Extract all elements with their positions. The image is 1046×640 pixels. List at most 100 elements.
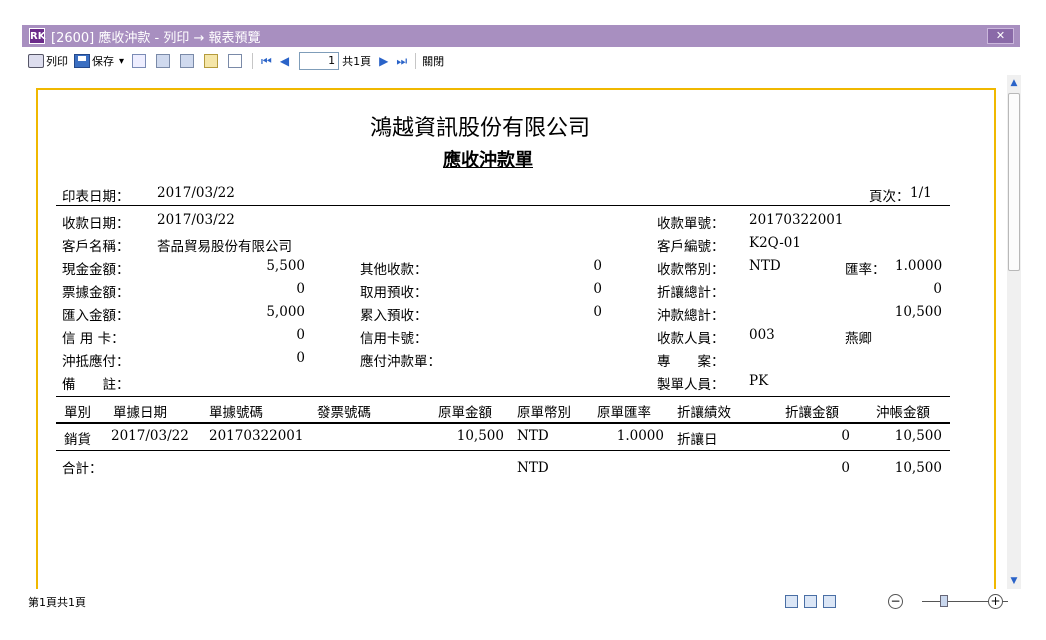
currency-label: 收款幣別： (657, 262, 725, 278)
other-value: 0 (593, 258, 602, 274)
divider-line (56, 450, 950, 451)
zoom-search-icon[interactable] (180, 54, 195, 68)
toolbar-separator (415, 53, 417, 69)
column-header: 發票號碼 (317, 405, 371, 421)
customer-name: 荅品貿易股份有限公司 (157, 239, 292, 255)
table-row-currency: NTD (517, 428, 549, 444)
first-page-icon[interactable]: ⏮ (261, 54, 272, 69)
payable-label: 沖抵應付： (62, 354, 130, 370)
table-row-doc-no: 20170322001 (209, 428, 304, 444)
total-offset: 10,500 (894, 460, 942, 476)
find-icon[interactable] (156, 54, 171, 68)
app-logo-icon: RK (29, 28, 45, 44)
company-name: 鴻越資訊股份有限公司 (370, 116, 591, 141)
card-label: 信 用 卡： (62, 331, 125, 347)
card-value: 0 (296, 327, 305, 343)
two-page-view-icon[interactable] (804, 595, 817, 608)
multi-page-view-icon[interactable] (823, 595, 836, 608)
column-header: 原單幣別 (517, 405, 571, 421)
divider-line (56, 396, 950, 397)
prepay-used-label: 取用預收： (360, 285, 428, 301)
payable-value: 0 (296, 350, 305, 366)
total-discount: 0 (841, 460, 850, 476)
customer-no: K2Q-01 (749, 235, 801, 251)
save-label: 保存 (92, 55, 114, 68)
total-currency: NTD (517, 460, 549, 476)
table-row-date: 2017/03/22 (111, 428, 189, 444)
table-row-amount: 10,500 (456, 428, 504, 444)
column-header: 折讓金額 (785, 405, 839, 421)
offset-total-value: 10,500 (894, 304, 942, 320)
title-bar: RK [2600] 應收沖款 - 列印 → 報表預覽 ✕ (22, 25, 1020, 47)
page-number-input[interactable]: 1 (299, 52, 340, 70)
table-row-type: 銷貨 (64, 432, 91, 448)
scroll-down-icon[interactable]: ▼ (1007, 575, 1021, 587)
receipt-date: 2017/03/22 (157, 212, 235, 228)
receipt-no: 20170322001 (749, 212, 844, 228)
toolbar-separator (252, 53, 254, 69)
payable-no-label: 應付沖款單： (360, 354, 441, 370)
edit-icon[interactable] (204, 54, 219, 68)
page-total: 共1頁 (342, 55, 372, 68)
other-label: 其他收款： (360, 262, 428, 278)
customer-label: 客戶名稱： (62, 239, 130, 255)
prepay-in-value: 0 (593, 304, 602, 320)
zoom-slider-thumb[interactable] (940, 595, 948, 607)
table-row-perf: 折讓日 (677, 432, 718, 448)
total-label: 合計： (62, 461, 103, 477)
close-window-button[interactable]: ✕ (987, 28, 1014, 44)
remit-label: 匯入金額： (62, 308, 130, 324)
scrollbar-thumb[interactable] (1008, 93, 1020, 271)
column-header: 單據日期 (113, 405, 167, 421)
status-page-info: 第1頁共1頁 (28, 596, 86, 609)
project-label: 專 案： (657, 354, 725, 370)
column-header: 原單金額 (438, 405, 492, 421)
print-button[interactable]: 列印 (28, 51, 68, 71)
table-row-offset: 10,500 (894, 428, 942, 444)
floppy-disk-icon (74, 54, 90, 68)
status-bar: 第1頁共1頁 − + (22, 589, 1020, 615)
cash-value: 5,500 (266, 258, 305, 274)
previous-page-icon[interactable]: ◀ (280, 54, 289, 68)
table-row-rate: 1.0000 (616, 428, 664, 444)
print-label: 列印 (46, 55, 68, 68)
rate-label: 匯率： (845, 262, 886, 278)
card-no-label: 信用卡號： (360, 331, 428, 347)
report-title: 應收沖款單 (443, 150, 533, 171)
save-button[interactable]: 保存 ▾ (74, 51, 124, 71)
collector-label: 收款人員： (657, 331, 725, 347)
print-date-label: 印表日期： (62, 189, 130, 205)
close-preview-button[interactable]: 關閉 (422, 53, 444, 69)
zoom-in-icon[interactable]: + (988, 594, 1003, 609)
vertical-scrollbar[interactable]: ▲ ▼ (1007, 75, 1021, 589)
zoom-out-icon[interactable]: − (888, 594, 903, 609)
next-page-icon[interactable]: ▶ (379, 54, 388, 68)
receipt-date-label: 收款日期： (62, 216, 130, 232)
bill-label: 票據金額： (62, 285, 130, 301)
column-header: 單別 (64, 405, 91, 421)
column-header: 折讓績效 (677, 405, 731, 421)
printer-icon (28, 54, 44, 68)
discount-total-value: 0 (933, 281, 942, 297)
window-title: [2600] 應收沖款 - 列印 → 報表預覽 (51, 30, 261, 46)
email-icon[interactable] (132, 54, 147, 68)
rate-value: 1.0000 (895, 258, 943, 274)
page-number-label: 頁次： (869, 189, 910, 205)
bill-value: 0 (296, 281, 305, 297)
remit-value: 5,000 (266, 304, 305, 320)
save-dropdown-icon[interactable]: ▾ (119, 56, 124, 67)
divider-line (56, 422, 950, 424)
currency-value: NTD (749, 258, 781, 274)
cash-label: 現金金額： (62, 262, 130, 278)
last-page-icon[interactable]: ⏭ (396, 54, 407, 69)
prepay-used-value: 0 (593, 281, 602, 297)
single-page-view-icon[interactable] (785, 595, 798, 608)
table-row-discount: 0 (841, 428, 850, 444)
column-header: 原單匯率 (597, 405, 651, 421)
scroll-up-icon[interactable]: ▲ (1007, 77, 1021, 89)
offset-total-label: 沖款總計： (657, 308, 725, 324)
page-setup-icon[interactable] (228, 54, 243, 68)
collector-name: 燕卿 (845, 331, 872, 347)
toolbar: 列印 保存 ▾ ⏮ ◀ 1 共1頁 ▶ ⏭ 關閉 (22, 49, 1020, 73)
receipt-no-label: 收款單號： (657, 216, 725, 232)
